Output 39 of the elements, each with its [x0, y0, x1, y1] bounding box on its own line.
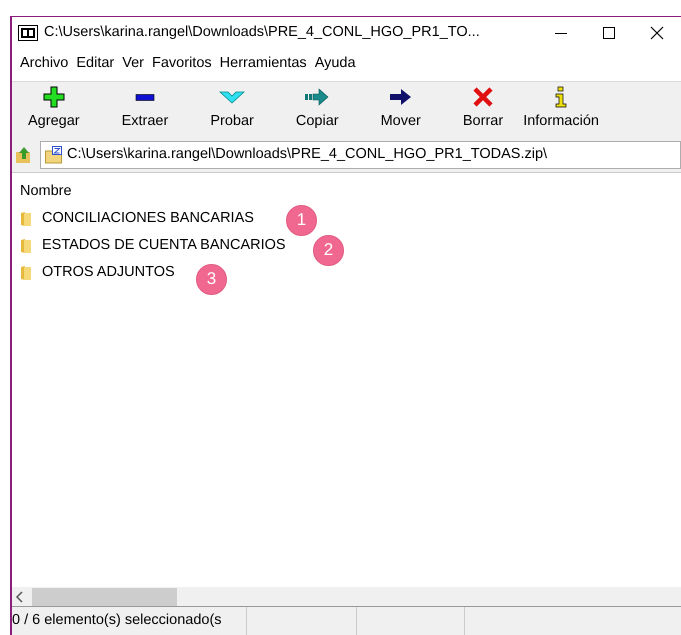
folder-icon: [20, 211, 32, 227]
toolbar-button[interactable]: Probar: [202, 86, 262, 132]
folder-name[interactable]: ESTADOS DE CUENTA BANCARIOS: [42, 235, 286, 257]
minimize-icon: [555, 32, 567, 34]
address-text: C:\Users\karina.rangel\Downloads\PRE_4_CONL_HGO_PR1_TODAS.zip\: [67, 144, 548, 164]
app-icon: [18, 25, 38, 41]
menu-item[interactable]: Archivo: [16, 51, 72, 77]
minus-icon: [134, 94, 156, 101]
folder-icon: [20, 265, 32, 281]
info-icon: [554, 86, 568, 108]
window-title: C:\Users\karina.rangel\Downloads\PRE_4_CONL_HGO_PR1_TO...: [44, 23, 481, 42]
up-folder-icon[interactable]: [16, 146, 32, 164]
folder-name[interactable]: CONCILIACIONES BANCARIAS: [42, 208, 254, 230]
copy-arrow-icon: [304, 86, 330, 108]
toolbar-button[interactable]: Borrar: [454, 86, 512, 132]
toolbar-button[interactable]: Mover: [372, 86, 429, 132]
toolbar-button[interactable]: Copiar: [288, 86, 347, 132]
delete-x-icon: [472, 86, 494, 108]
menu-item[interactable]: Ayuda: [310, 51, 360, 77]
number-marker: 3: [196, 264, 227, 294]
menu-item[interactable]: Editar: [72, 51, 118, 77]
plus-icon: [42, 86, 65, 108]
toolbar-button[interactable]: Información: [515, 86, 607, 132]
column-header[interactable]: Nombre: [20, 181, 72, 203]
menu-item[interactable]: Ver: [118, 51, 148, 77]
menu-item[interactable]: Herramientas: [216, 51, 311, 77]
number-marker: 1: [286, 204, 317, 236]
toolbar-button[interactable]: Extraer: [114, 86, 176, 132]
folder-name[interactable]: OTROS ADJUNTOS: [42, 262, 175, 284]
number-marker: 2: [313, 234, 344, 266]
folder-icon: [20, 238, 32, 254]
scrollbar-thumb[interactable]: [32, 588, 177, 606]
address-field[interactable]: C:\Users\karina.rangel\Downloads\PRE_4_CONL_HGO_PR1_TODAS.zip\: [40, 140, 681, 168]
status-text: 0 / 6 elemento(s) seleccionado(s: [12, 611, 222, 630]
toolbar-button[interactable]: Agregar: [12, 86, 88, 132]
menu-item[interactable]: Favoritos: [148, 51, 216, 77]
archive-icon: [45, 146, 63, 164]
maximize-icon: [603, 27, 615, 39]
close-icon: [650, 26, 664, 40]
